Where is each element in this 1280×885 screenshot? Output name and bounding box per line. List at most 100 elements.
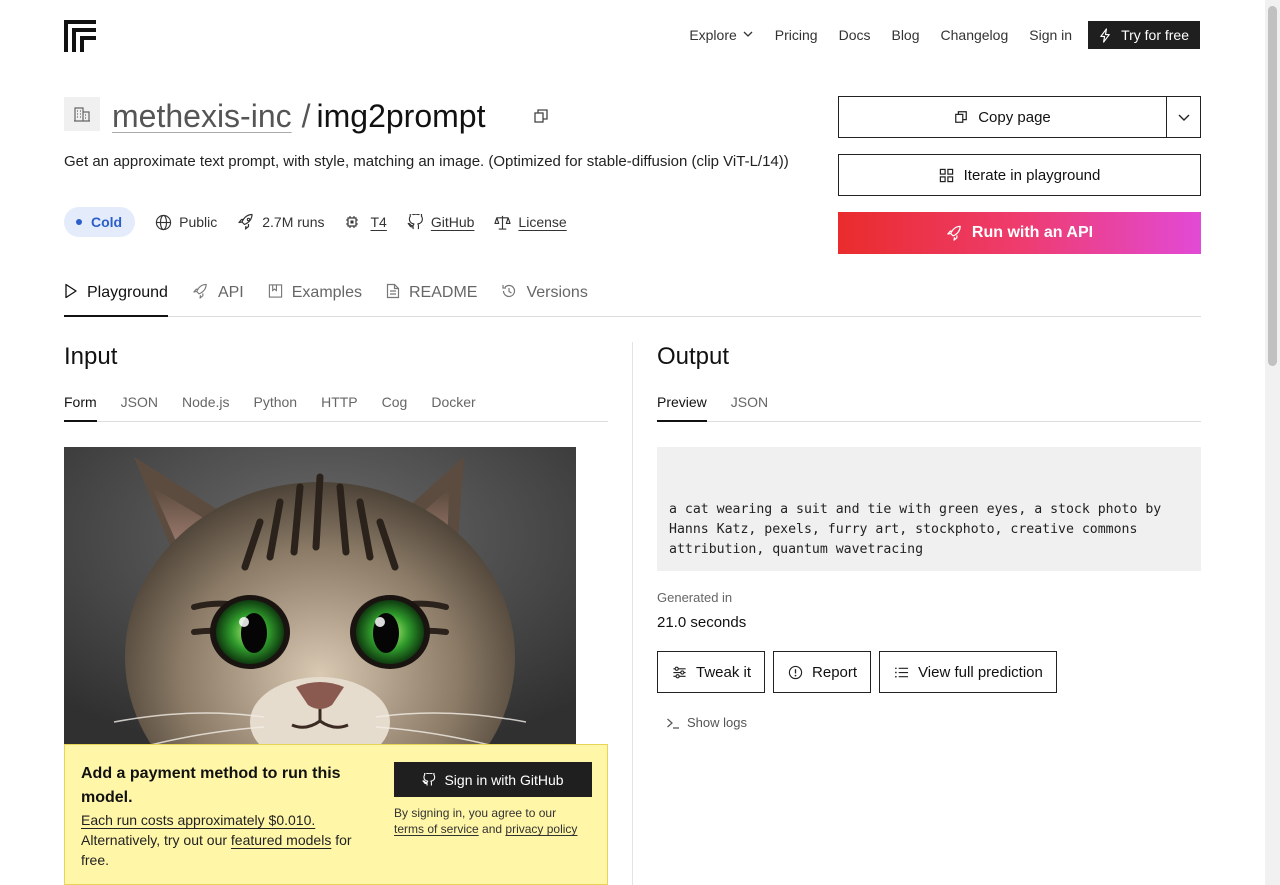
input-title: Input bbox=[64, 343, 118, 370]
copy-page-button[interactable]: Copy page bbox=[839, 97, 1167, 137]
output-tab-json[interactable]: JSON bbox=[731, 394, 768, 422]
grid-icon bbox=[939, 168, 953, 182]
report-button[interactable]: Report bbox=[773, 651, 872, 693]
tab-playground[interactable]: Playground bbox=[64, 274, 168, 317]
model-owner-link[interactable]: methexis-inc bbox=[112, 96, 292, 136]
alt-prefix: Alternatively, try out our bbox=[81, 832, 228, 848]
payment-notice: Add a payment method to run this model. … bbox=[64, 744, 608, 885]
tab-api[interactable]: API bbox=[192, 274, 244, 317]
run-with-api-label: Run with an API bbox=[971, 224, 1094, 241]
copy-page-dropdown[interactable] bbox=[1167, 97, 1200, 137]
input-tab-http[interactable]: HTTP bbox=[321, 394, 358, 422]
github-icon bbox=[407, 213, 423, 229]
license-link[interactable]: License bbox=[494, 214, 567, 231]
input-tab-cog[interactable]: Cog bbox=[382, 394, 408, 422]
output-tab-preview[interactable]: Preview bbox=[657, 394, 707, 422]
tab-readme-label: README bbox=[409, 284, 478, 301]
signin-legal-text: By signing in, you agree to our terms of… bbox=[394, 805, 604, 837]
alert-circle-icon bbox=[788, 665, 803, 679]
iterate-in-playground-button[interactable]: Iterate in playground bbox=[838, 154, 1201, 196]
tab-versions[interactable]: Versions bbox=[501, 274, 588, 317]
chevron-down-icon bbox=[742, 27, 754, 43]
input-image-cat[interactable] bbox=[64, 447, 576, 745]
input-tab-python[interactable]: Python bbox=[253, 394, 297, 422]
terms-of-service-link[interactable]: terms of service bbox=[394, 822, 479, 836]
tab-examples-label: Examples bbox=[291, 284, 362, 301]
generated-in-label: Generated in bbox=[657, 590, 733, 605]
tab-versions-label: Versions bbox=[526, 284, 588, 301]
payment-text: Each run costs approximately $0.010. Alt… bbox=[81, 810, 381, 870]
nav-sign-in[interactable]: Sign in bbox=[1029, 27, 1072, 43]
tab-api-label: API bbox=[217, 284, 244, 301]
github-link[interactable]: GitHub bbox=[407, 213, 474, 231]
history-icon bbox=[502, 284, 516, 298]
globe-icon bbox=[155, 214, 172, 230]
chip-icon bbox=[345, 216, 358, 228]
show-logs-label: Show logs bbox=[687, 715, 747, 730]
model-meta: Cold Public 2.7M runs T4 GitHub License bbox=[64, 207, 567, 237]
sign-in-github-button[interactable]: Sign in with GitHub bbox=[394, 762, 592, 797]
list-icon bbox=[895, 666, 909, 678]
nav-docs[interactable]: Docs bbox=[839, 27, 871, 43]
main-tabs: Playground API Examples README Versions bbox=[64, 274, 1201, 317]
nav-changelog[interactable]: Changelog bbox=[941, 27, 1009, 43]
run-cost-link[interactable]: Each run costs approximately $0.010. bbox=[81, 812, 315, 828]
terminal-icon bbox=[667, 718, 679, 729]
chevron-down-icon bbox=[1178, 114, 1189, 121]
building-icon bbox=[74, 107, 90, 122]
run-count-label: 2.7M runs bbox=[262, 214, 325, 230]
copy-icon bbox=[955, 111, 968, 123]
input-tab-json[interactable]: JSON bbox=[121, 394, 158, 422]
try-for-free-label: Try for free bbox=[1121, 27, 1189, 43]
run-with-api-button[interactable]: Run with an API bbox=[838, 212, 1201, 254]
report-label: Report bbox=[812, 663, 858, 681]
input-tab-docker[interactable]: Docker bbox=[431, 394, 475, 422]
top-nav: Explore Pricing Docs Blog Changelog Sign… bbox=[689, 21, 1200, 49]
play-icon bbox=[65, 283, 77, 299]
rocket-icon bbox=[193, 283, 207, 299]
view-full-prediction-label: View full prediction bbox=[918, 663, 1043, 681]
nav-blog[interactable]: Blog bbox=[891, 27, 919, 43]
scrollbar-thumb[interactable] bbox=[1268, 6, 1277, 366]
tab-examples[interactable]: Examples bbox=[268, 274, 362, 317]
hardware[interactable]: T4 bbox=[345, 214, 387, 230]
model-description: Get an approximate text prompt, with sty… bbox=[64, 153, 789, 170]
visibility: Public bbox=[155, 214, 217, 231]
rocket-icon bbox=[238, 213, 253, 230]
copy-page-label: Copy page bbox=[978, 108, 1051, 126]
legal-prefix: By signing in, you agree to our bbox=[394, 806, 557, 820]
nav-explore-label: Explore bbox=[689, 27, 737, 43]
copy-page-group: Copy page bbox=[838, 96, 1201, 138]
title-separator: / bbox=[301, 98, 311, 134]
payment-title: Add a payment method to run this model. bbox=[81, 765, 341, 806]
try-for-free-button[interactable]: Try for free bbox=[1088, 21, 1200, 49]
tab-playground-label: Playground bbox=[87, 284, 168, 301]
iterate-label: Iterate in playground bbox=[963, 166, 1101, 184]
status-dot bbox=[76, 219, 82, 225]
tweak-it-label: Tweak it bbox=[696, 663, 752, 681]
document-icon bbox=[386, 283, 400, 299]
rocket-icon bbox=[947, 225, 961, 241]
view-full-prediction-button[interactable]: View full prediction bbox=[879, 651, 1057, 693]
panel-divider bbox=[632, 342, 633, 885]
status-label: Cold bbox=[91, 214, 123, 230]
org-avatar[interactable] bbox=[64, 97, 100, 131]
nav-explore[interactable]: Explore bbox=[689, 27, 753, 43]
privacy-policy-link[interactable]: privacy policy bbox=[505, 822, 577, 836]
input-tab-form[interactable]: Form bbox=[64, 394, 97, 422]
visibility-label: Public bbox=[179, 214, 218, 230]
hardware-label: T4 bbox=[370, 214, 387, 230]
nav-pricing[interactable]: Pricing bbox=[775, 27, 818, 43]
copy-name-icon[interactable] bbox=[533, 108, 549, 129]
page-scrollbar[interactable] bbox=[1265, 0, 1280, 885]
tweak-it-button[interactable]: Tweak it bbox=[657, 651, 766, 693]
input-tab-nodejs[interactable]: Node.js bbox=[182, 394, 229, 422]
replicate-logo[interactable] bbox=[64, 20, 96, 52]
input-tabs: Form JSON Node.js Python HTTP Cog Docker bbox=[64, 394, 608, 422]
sign-in-github-label: Sign in with GitHub bbox=[444, 771, 564, 788]
show-logs-toggle[interactable]: Show logs bbox=[666, 715, 747, 730]
tab-readme[interactable]: README bbox=[386, 274, 477, 317]
output-tabs: Preview JSON bbox=[657, 394, 1201, 422]
github-icon bbox=[422, 772, 436, 785]
featured-models-link[interactable]: featured models bbox=[231, 832, 331, 848]
